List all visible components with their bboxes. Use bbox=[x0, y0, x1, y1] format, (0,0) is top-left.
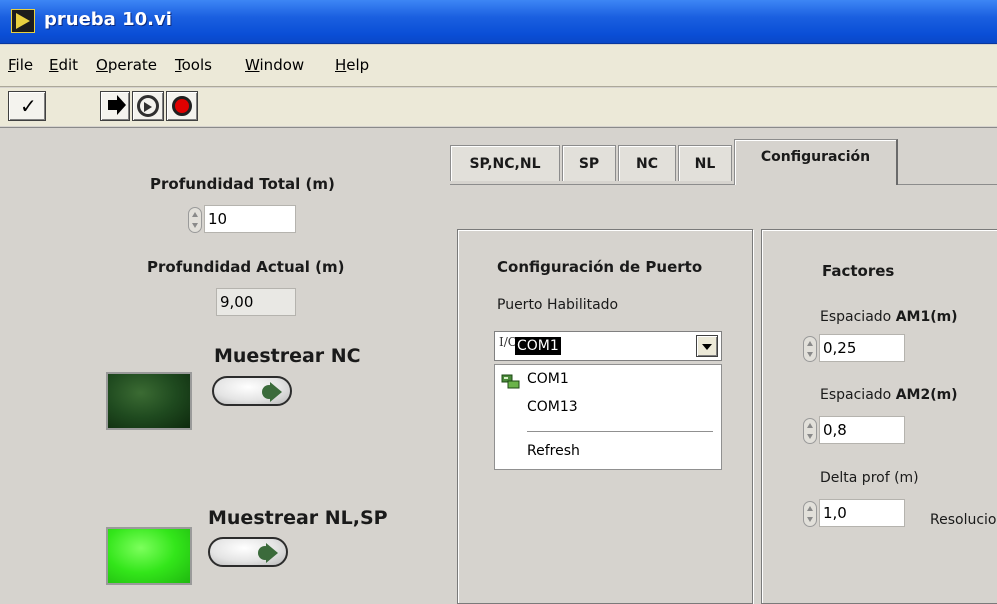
menu-tools[interactable]: Tools bbox=[175, 56, 212, 74]
run-continuously-icon bbox=[137, 95, 159, 117]
tab-configuracion[interactable]: Configuración bbox=[734, 139, 898, 185]
delta-prof-control: 1,0 bbox=[803, 499, 905, 527]
tab-sp[interactable]: SP bbox=[562, 145, 616, 181]
muestrear-nlsp-label: Muestrear NL,SP bbox=[208, 507, 388, 529]
visa-resource-combo[interactable]: I/O COM1 bbox=[494, 331, 722, 361]
title-bar: prueba 10.vi bbox=[0, 0, 997, 44]
espaciado-am1-input[interactable]: 0,25 bbox=[819, 334, 905, 362]
run-arrow-icon bbox=[108, 95, 126, 115]
dropdown-item-com13[interactable]: COM13 bbox=[527, 399, 578, 415]
labview-vi-icon[interactable] bbox=[11, 9, 35, 33]
edit-mode-checkmark-button[interactable] bbox=[8, 91, 46, 121]
profundidad-total-input[interactable]: 10 bbox=[204, 205, 296, 233]
muestrear-nc-led bbox=[106, 372, 192, 430]
espaciado-am2-label: Espaciado AM2(m) bbox=[820, 387, 958, 403]
espaciado-am2-input[interactable]: 0,8 bbox=[819, 416, 905, 444]
spin-arrows-icon[interactable] bbox=[803, 418, 817, 444]
muestrear-nlsp-led bbox=[106, 527, 192, 585]
dropdown-item-com1[interactable]: COM1 bbox=[527, 371, 569, 387]
menu-window[interactable]: Window bbox=[245, 56, 304, 74]
tab-strip-line bbox=[898, 184, 997, 185]
dropdown-item-refresh[interactable]: Refresh bbox=[527, 443, 580, 459]
abort-button[interactable] bbox=[166, 91, 198, 121]
port-dropdown-list: COM1 COM13 Refresh bbox=[494, 364, 722, 470]
profundidad-actual-value: 9,00 bbox=[216, 288, 296, 316]
muestrear-nc-label: Muestrear NC bbox=[214, 345, 361, 367]
run-continuously-button[interactable] bbox=[132, 91, 164, 121]
tab-strip-line bbox=[450, 184, 734, 185]
spin-arrows-icon[interactable] bbox=[803, 336, 817, 362]
menu-edit[interactable]: Edit bbox=[49, 56, 78, 74]
espaciado-am1-control: 0,25 bbox=[803, 334, 905, 362]
dropdown-separator bbox=[527, 431, 713, 432]
menu-bar: File Edit Operate Tools Window Help bbox=[0, 45, 997, 87]
stop-icon bbox=[172, 96, 192, 116]
profundidad-actual-indicator: 9,00 bbox=[216, 288, 296, 316]
spin-arrows-icon[interactable] bbox=[188, 207, 202, 233]
espaciado-am2-control: 0,8 bbox=[803, 416, 905, 444]
chevron-down-icon[interactable] bbox=[696, 335, 718, 357]
delta-prof-input[interactable]: 1,0 bbox=[819, 499, 905, 527]
delta-prof-label: Delta prof (m) bbox=[820, 470, 919, 486]
puerto-habilitado-label: Puerto Habilitado bbox=[497, 297, 619, 313]
spin-arrows-icon[interactable] bbox=[803, 501, 817, 527]
menu-operate[interactable]: Operate bbox=[96, 56, 157, 74]
window-title: prueba 10.vi bbox=[44, 9, 172, 30]
muestrear-nlsp-toggle[interactable] bbox=[208, 537, 288, 567]
play-arrow-icon bbox=[258, 543, 278, 563]
menu-file[interactable]: File bbox=[8, 56, 33, 74]
espaciado-am1-label: Espaciado AM1(m) bbox=[820, 309, 958, 325]
factors-title: Factores bbox=[822, 262, 895, 280]
run-button[interactable] bbox=[100, 91, 130, 121]
tab-nl[interactable]: NL bbox=[678, 145, 732, 181]
profundidad-total-label: Profundidad Total (m) bbox=[150, 175, 335, 193]
toolbar bbox=[0, 88, 997, 126]
menu-help[interactable]: Help bbox=[335, 56, 369, 74]
port-config-title: Configuración de Puerto bbox=[497, 258, 703, 276]
tab-sp-nc-nl[interactable]: SP,NC,NL bbox=[450, 145, 560, 181]
play-arrow-icon bbox=[262, 382, 282, 402]
serial-port-icon bbox=[501, 374, 520, 389]
muestrear-nc-toggle[interactable] bbox=[212, 376, 292, 406]
tab-nc[interactable]: NC bbox=[618, 145, 676, 181]
resolucion-label: Resolucio bbox=[930, 512, 997, 528]
profundidad-total-control: 10 bbox=[188, 205, 308, 233]
profundidad-actual-label: Profundidad Actual (m) bbox=[147, 258, 345, 276]
combo-selected-value: COM1 bbox=[515, 337, 561, 355]
